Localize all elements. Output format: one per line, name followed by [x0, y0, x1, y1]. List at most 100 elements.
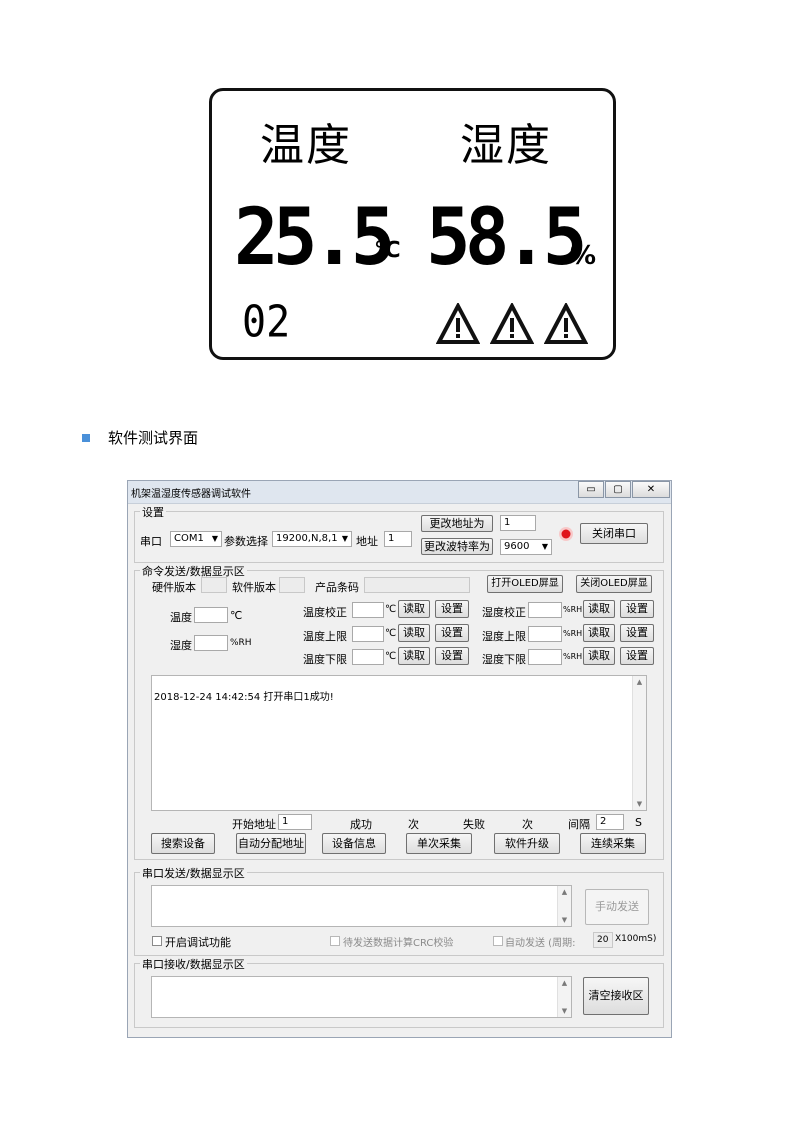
baud-select[interactable]: 9600 ▼ [500, 539, 552, 555]
bullet-square-icon [82, 434, 90, 442]
interval-input[interactable]: 2 [596, 814, 624, 830]
temp-unit: ℃ [230, 609, 243, 622]
humid-correction-label: 湿度校正 [482, 606, 526, 619]
addr-input[interactable]: 1 [384, 531, 412, 547]
temp-upper-set-button[interactable]: 设置 [435, 624, 469, 642]
temp-correction-read-button[interactable]: 读取 [398, 600, 430, 618]
send-group-label: 串口发送/数据显示区 [140, 865, 247, 881]
minimize-button[interactable]: ▭ [578, 481, 604, 498]
app-window: 机架温湿度传感器调试软件 ▭ ▢ ✕ 设置 串口 COM1 ▼ 参数选择 1920… [127, 480, 672, 1038]
period-input[interactable]: 20 [593, 932, 613, 948]
temp-display [194, 607, 228, 623]
temp-upper-label: 温度上限 [303, 630, 347, 643]
param-label: 参数选择 [224, 535, 268, 548]
scroll-up-icon[interactable]: ▲ [633, 678, 646, 686]
change-addr-input[interactable]: 1 [500, 515, 536, 531]
lcd-title-temp: 温度 [260, 120, 352, 171]
send-textarea[interactable]: ▲ ▼ [151, 885, 572, 927]
addr-label: 地址 [356, 535, 378, 548]
fail-label: 失败 [463, 818, 485, 831]
humid-lower-label: 湿度下限 [482, 653, 526, 666]
receive-scrollbar[interactable]: ▲ ▼ [557, 977, 571, 1017]
temp-upper-read-button[interactable]: 读取 [398, 624, 430, 642]
interval-unit: S [635, 816, 642, 829]
humid-lower-input[interactable] [528, 649, 562, 665]
single-collect-button[interactable]: 单次采集 [406, 833, 472, 854]
lcd-temp-value: 25.5 [234, 193, 395, 283]
auto-assign-addr-button[interactable]: 自动分配地址 [236, 833, 306, 854]
crc-checkbox[interactable] [330, 936, 340, 946]
fail-times-label: 次 [522, 818, 533, 831]
maximize-button[interactable]: ▢ [605, 481, 631, 498]
change-baud-button[interactable]: 更改波特率为 [421, 538, 493, 555]
period-unit: X100mS) [615, 934, 657, 944]
device-info-button[interactable]: 设备信息 [322, 833, 386, 854]
humid-upper-label: 湿度上限 [482, 630, 526, 643]
log-line: 2018-12-24 14:42:54 打开串口1成功! [154, 692, 334, 703]
close-oled-button[interactable]: 关闭OLED屏显 [576, 575, 652, 593]
humid-correction-input[interactable] [528, 602, 562, 618]
send-scrollbar[interactable]: ▲ ▼ [557, 886, 571, 926]
open-oled-button[interactable]: 打开OLED屏显 [487, 575, 563, 593]
search-device-button[interactable]: 搜索设备 [151, 833, 215, 854]
humid-lower-set-button[interactable]: 设置 [620, 647, 654, 665]
change-addr-button[interactable]: 更改地址为 [421, 515, 493, 532]
scroll-up-icon[interactable]: ▲ [558, 888, 571, 896]
success-label: 成功 [350, 818, 372, 831]
humid-display [194, 635, 228, 651]
hw-version-label: 硬件版本 [152, 581, 196, 594]
sw-version-field [279, 577, 305, 593]
humid-upper-read-button[interactable]: 读取 [583, 624, 615, 642]
auto-send-checkbox[interactable] [493, 936, 503, 946]
firmware-upgrade-button[interactable]: 软件升级 [494, 833, 560, 854]
temp-correction-input[interactable] [352, 602, 384, 618]
temp-correction-set-button[interactable]: 设置 [435, 600, 469, 618]
lcd-panel: 温度 湿度 25.5 ℃ 58.5 % 02 [209, 88, 616, 360]
chevron-down-icon: ▼ [341, 534, 348, 543]
command-log[interactable]: 2018-12-24 14:42:54 打开串口1成功! ▲ ▼ [151, 675, 647, 811]
temp-lower-set-button[interactable]: 设置 [435, 647, 469, 665]
humid-upper-unit: %RH [563, 629, 583, 638]
port-label: 串口 [140, 535, 162, 548]
scroll-down-icon[interactable]: ▼ [558, 1007, 571, 1015]
humid-correction-set-button[interactable]: 设置 [620, 600, 654, 618]
clear-receive-button[interactable]: 清空接收区 [583, 977, 649, 1015]
success-times-label: 次 [408, 818, 419, 831]
lcd-title-humid: 湿度 [460, 120, 552, 171]
temp-lower-unit: ℃ [385, 651, 397, 662]
humid-upper-input[interactable] [528, 626, 562, 642]
humid-upper-set-button[interactable]: 设置 [620, 624, 654, 642]
start-addr-input[interactable]: 1 [278, 814, 312, 830]
humid-correction-read-button[interactable]: 读取 [583, 600, 615, 618]
start-addr-label: 开始地址 [232, 818, 276, 831]
temp-upper-input[interactable] [352, 626, 384, 642]
log-scrollbar[interactable]: ▲ ▼ [632, 676, 646, 810]
receive-textarea[interactable]: ▲ ▼ [151, 976, 572, 1018]
lcd-humid-unit: % [570, 241, 597, 271]
close-window-button[interactable]: ✕ [632, 481, 670, 498]
warning-triangle-icon [544, 303, 588, 345]
settings-group-label: 设置 [140, 504, 166, 520]
port-select[interactable]: COM1 ▼ [170, 531, 222, 547]
crc-checkbox-label: 待发送数据计算CRC校验 [343, 938, 454, 949]
command-group-label: 命令发送/数据显示区 [140, 563, 247, 579]
scroll-up-icon[interactable]: ▲ [558, 979, 571, 987]
warning-triangle-icon [490, 303, 534, 345]
lcd-humid-value: 58.5 [426, 193, 587, 283]
param-select[interactable]: 19200,N,8,1 ▼ [272, 531, 352, 547]
humid-lower-read-button[interactable]: 读取 [583, 647, 615, 665]
close-port-button[interactable]: 关闭串口 [580, 523, 648, 544]
window-title: 机架温湿度传感器调试软件 [131, 489, 251, 500]
continuous-collect-button[interactable]: 连续采集 [580, 833, 646, 854]
chevron-down-icon: ▼ [541, 542, 548, 551]
humid-unit: %RH [230, 638, 252, 648]
temp-lower-read-button[interactable]: 读取 [398, 647, 430, 665]
temp-lower-input[interactable] [352, 649, 384, 665]
debug-checkbox[interactable] [152, 936, 162, 946]
manual-send-button[interactable]: 手动发送 [585, 889, 649, 925]
scroll-down-icon[interactable]: ▼ [558, 916, 571, 924]
receive-group-label: 串口接收/数据显示区 [140, 956, 247, 972]
chevron-down-icon: ▼ [211, 534, 218, 543]
scroll-down-icon[interactable]: ▼ [633, 800, 646, 808]
temp-correction-unit: ℃ [385, 604, 397, 615]
